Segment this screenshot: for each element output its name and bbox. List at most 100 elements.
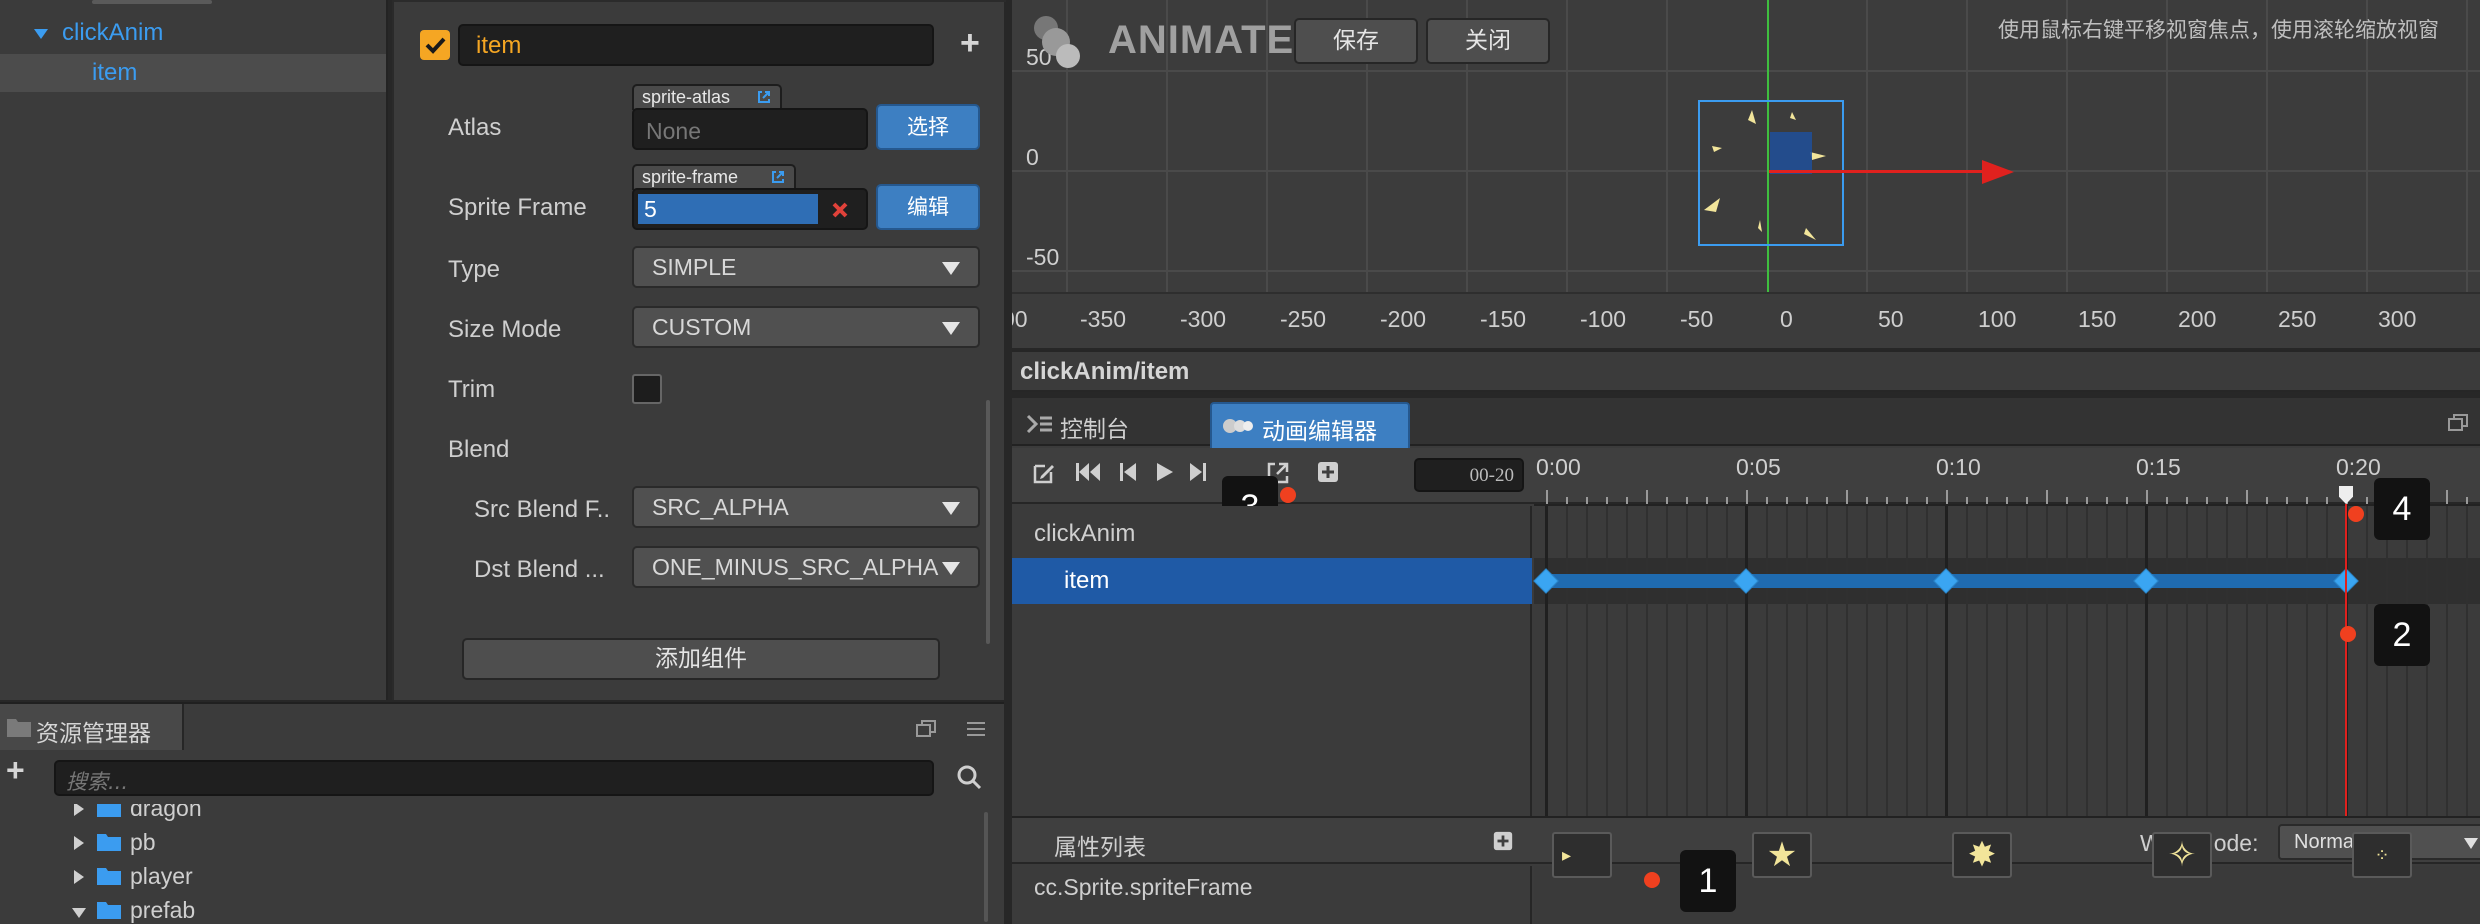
x-gizmo-arrow-icon[interactable] bbox=[1982, 160, 2014, 184]
x-tick-label: 100 bbox=[1978, 306, 2017, 332]
close-button[interactable]: 关闭 bbox=[1426, 18, 1550, 64]
ruler-tick bbox=[2166, 497, 2168, 504]
node-list-item-selected[interactable]: item bbox=[1012, 558, 1532, 604]
src-blend-label: Src Blend F.. bbox=[474, 496, 611, 523]
save-button[interactable]: 保存 bbox=[1294, 18, 1418, 64]
add-property-icon[interactable] bbox=[1314, 460, 1342, 488]
edit-clip-icon[interactable] bbox=[1030, 460, 1058, 488]
add-asset-icon[interactable]: + bbox=[6, 754, 25, 786]
external-link-icon[interactable] bbox=[756, 89, 772, 105]
current-time-input[interactable]: 00-20 bbox=[1414, 458, 1524, 492]
tab-assets[interactable]: 资源管理器 bbox=[0, 704, 184, 750]
edit-sprite-frame-button[interactable]: 编辑 bbox=[876, 184, 980, 230]
tree-item-item[interactable]: item bbox=[0, 54, 386, 92]
ruler-tick bbox=[2086, 497, 2088, 504]
folder-icon bbox=[97, 804, 121, 817]
type-select[interactable]: SIMPLE bbox=[632, 246, 980, 288]
add-component-button[interactable]: 添加组件 bbox=[462, 638, 940, 680]
node-enabled-checkbox[interactable] bbox=[420, 30, 450, 60]
ruler-tick bbox=[2366, 497, 2368, 504]
folder-row[interactable]: dragon bbox=[0, 804, 1000, 824]
node-list-item[interactable]: clickAnim bbox=[1034, 520, 1135, 548]
atlas-field[interactable]: None bbox=[632, 108, 868, 150]
tree-item-clickanim[interactable]: clickAnim bbox=[0, 14, 386, 52]
collapse-arrow-icon[interactable] bbox=[74, 836, 84, 850]
tab-console[interactable]: 控制台 bbox=[1026, 404, 1216, 444]
external-link-icon[interactable] bbox=[770, 169, 786, 185]
timeline-grid-line bbox=[1826, 504, 1828, 816]
menu-icon[interactable] bbox=[966, 720, 986, 738]
sprite-frame-thumb[interactable]: ⁘ bbox=[2352, 832, 2412, 878]
expand-arrow-icon[interactable] bbox=[72, 908, 86, 918]
folder-label: pb bbox=[130, 829, 156, 855]
ruler-tick bbox=[1666, 497, 1668, 504]
timeline-grid-line bbox=[2046, 504, 2048, 816]
timeline-major-line bbox=[2145, 504, 2148, 816]
select-atlas-button[interactable]: 选择 bbox=[876, 104, 980, 150]
ruler-tick bbox=[1926, 497, 1928, 504]
next-frame-icon[interactable] bbox=[1184, 460, 1212, 488]
tab-label: 动画编辑器 bbox=[1262, 419, 1377, 445]
timeline-grid-line bbox=[1686, 504, 1688, 816]
asset-search-input[interactable]: 搜索... bbox=[54, 760, 934, 796]
expand-arrow-icon[interactable] bbox=[34, 29, 48, 39]
node-name-input[interactable]: item bbox=[458, 24, 934, 66]
assets-scrollbar[interactable] bbox=[984, 812, 988, 922]
folder-row[interactable]: player bbox=[0, 860, 1000, 892]
sprite-frame-thumb[interactable]: ★ bbox=[1752, 832, 1812, 878]
search-icon[interactable] bbox=[956, 764, 982, 790]
sprite-frame-thumb[interactable]: ✧ bbox=[2152, 832, 2212, 878]
dst-blend-select[interactable]: ONE_MINUS_SRC_ALPHA bbox=[632, 546, 980, 588]
x-tick-label: 0 bbox=[1780, 306, 1793, 332]
property-row[interactable]: cc.Sprite.spriteFrame bbox=[1012, 866, 1532, 924]
inspector-scrollbar[interactable] bbox=[986, 400, 990, 644]
sprite-frame-thumb[interactable]: ✸ bbox=[1952, 832, 2012, 878]
scene-view[interactable]: 00 -350 -300 -250 -200 -150 -100 -50 0 5… bbox=[1012, 0, 2480, 348]
src-blend-select[interactable]: SRC_ALPHA bbox=[632, 486, 980, 528]
ruler-tick bbox=[2186, 497, 2188, 504]
timeline[interactable]: 0:00 0:05 0:10 0:15 0:20 4 2 bbox=[1533, 448, 2480, 816]
ruler-tick bbox=[1566, 497, 1568, 504]
play-icon[interactable] bbox=[1150, 460, 1178, 488]
clear-icon[interactable] bbox=[830, 200, 850, 220]
timeline-grid-line bbox=[1606, 504, 1608, 816]
timeline-grid-line bbox=[1906, 504, 1908, 816]
previous-frame-icon[interactable] bbox=[1114, 460, 1142, 488]
playhead-line[interactable] bbox=[2345, 504, 2347, 816]
ruler-tick bbox=[1866, 497, 1868, 504]
x-gizmo-line[interactable] bbox=[1769, 170, 1989, 173]
timeline-grid-line bbox=[2166, 504, 2168, 816]
node-path: clickAnim/item bbox=[1020, 358, 1190, 385]
plus-icon[interactable]: + bbox=[960, 26, 980, 60]
folder-row[interactable]: prefab bbox=[0, 894, 1000, 924]
tag-text: sprite-atlas bbox=[642, 87, 731, 107]
ruler-tick bbox=[2126, 497, 2128, 504]
inspector-panel: item + Atlas sprite-atlas None 选择 Sprite… bbox=[392, 0, 1006, 700]
marker-dot bbox=[1280, 487, 1296, 503]
tab-animation-editor[interactable]: 动画编辑器 bbox=[1210, 402, 1410, 448]
sprite-bounding-box[interactable] bbox=[1698, 100, 1844, 246]
collapse-arrow-icon[interactable] bbox=[74, 804, 84, 816]
x-tick-label: -100 bbox=[1580, 306, 1627, 332]
size-mode-select[interactable]: CUSTOM bbox=[632, 306, 980, 348]
trim-checkbox[interactable] bbox=[632, 374, 662, 404]
x-tick-label: -50 bbox=[1680, 306, 1714, 332]
jump-to-start-icon[interactable] bbox=[1074, 460, 1102, 488]
collapse-arrow-icon[interactable] bbox=[74, 870, 84, 884]
size-mode-value: CUSTOM bbox=[652, 314, 752, 340]
sprite-frame-field[interactable]: 5 bbox=[632, 188, 868, 230]
x-tick-label: 300 bbox=[2378, 306, 2417, 332]
timeline-grid-line bbox=[2306, 504, 2308, 816]
timeline-grid-line bbox=[1846, 504, 1848, 816]
animate-logo-text: ANIMATE bbox=[1108, 18, 1295, 62]
x-tick-label: 50 bbox=[1878, 306, 1904, 332]
sprite-frame-thumb[interactable]: ▸ bbox=[1552, 832, 1612, 878]
playhead-handle[interactable] bbox=[2339, 486, 2353, 504]
popout-icon[interactable] bbox=[2448, 414, 2468, 432]
node-list bbox=[1012, 506, 1532, 816]
popout-icon[interactable] bbox=[916, 720, 936, 738]
scroll-handle[interactable] bbox=[92, 0, 212, 4]
ruler-tick bbox=[1986, 497, 1988, 504]
folder-row[interactable]: pb bbox=[0, 826, 1000, 858]
add-property-icon[interactable] bbox=[1492, 830, 1514, 852]
